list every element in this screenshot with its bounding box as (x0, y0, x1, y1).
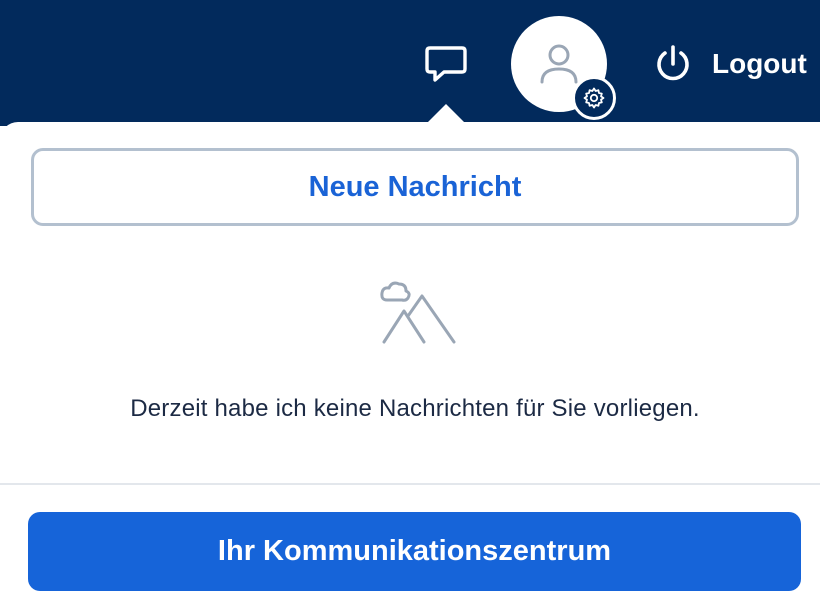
logout-label: Logout (712, 48, 807, 79)
gear-icon (583, 87, 605, 109)
user-icon (540, 44, 578, 84)
new-message-button[interactable]: Neue Nachricht (31, 148, 799, 226)
top-header: Logout (0, 0, 820, 126)
communication-center-button[interactable]: Ihr Kommunikationszentrum (28, 512, 801, 591)
logout-button[interactable]: Logout (652, 42, 807, 86)
empty-state-message: Derzeit habe ich keine Nachrichten für S… (130, 395, 700, 422)
empty-landscape-icon (380, 281, 456, 344)
avatar-settings-button[interactable] (572, 76, 616, 120)
dropdown-caret (426, 104, 466, 124)
messages-button[interactable] (420, 40, 472, 88)
divider (0, 483, 820, 485)
power-icon (652, 43, 694, 85)
chat-bubble-icon (425, 46, 467, 82)
